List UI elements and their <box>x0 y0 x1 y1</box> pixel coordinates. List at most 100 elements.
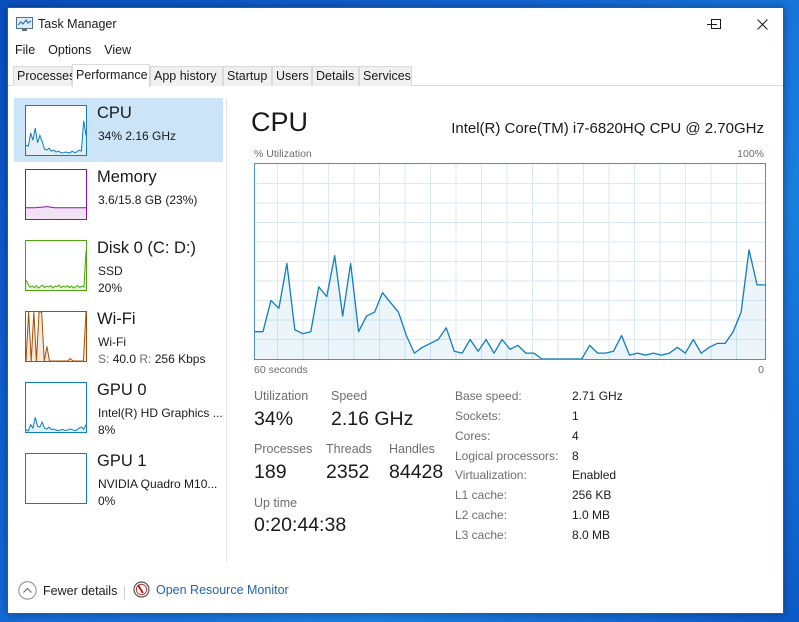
sidebar-item-gpu0[interactable]: GPU 0 Intel(R) HD Graphics ... 8% <box>14 375 223 446</box>
resource-sidebar: CPU 34% 2.16 GHz Memory 3.6/15.8 GB (23%… <box>14 98 223 517</box>
receive-label: R: <box>139 352 152 366</box>
gpu1-thumbnail-graph <box>25 453 87 504</box>
sidebar-item-title: Memory <box>97 168 157 186</box>
cpu-thumbnail-graph <box>25 105 87 156</box>
disk-thumbnail-graph <box>25 240 87 291</box>
menu-options[interactable]: Options <box>41 41 97 61</box>
sidebar-item-title: CPU <box>97 104 132 122</box>
spec-value-sockets: 1 <box>572 409 579 423</box>
spec-value-virtualization: Enabled <box>572 468 617 482</box>
spec-label-sockets: Sockets: <box>455 409 502 423</box>
close-button[interactable] <box>739 8 785 40</box>
resource-monitor-icon <box>133 581 150 598</box>
graph-y-max-label: 100% <box>737 148 764 160</box>
processes-value: 189 <box>254 461 287 483</box>
sparkline-line <box>26 250 86 289</box>
wifi-throughput: S: 40.0 R: 256 Kbps <box>98 352 205 366</box>
uptime-label: Up time <box>254 496 298 510</box>
spec-value-l2-cache: 1.0 MB <box>572 508 611 522</box>
sidebar-item-usage: 8% <box>98 423 116 437</box>
send-label: S: <box>98 352 110 366</box>
cpu-utilization-chart <box>255 164 765 359</box>
gpu0-thumbnail-graph <box>25 382 87 433</box>
spec-value-cores: 4 <box>572 429 579 443</box>
spec-label-l3-cache: L3 cache: <box>455 528 508 542</box>
wifi-thumbnail-graph <box>25 311 87 362</box>
sidebar-item-cpu[interactable]: CPU 34% 2.16 GHz <box>14 98 223 162</box>
window-title: Task Manager <box>38 17 117 31</box>
graph-x-label: 60 seconds <box>254 364 308 376</box>
sidebar-item-detail: NVIDIA Quadro M10... <box>98 477 218 491</box>
open-resource-monitor-label: Open Resource Monitor <box>156 582 289 597</box>
task-manager-window: Task Manager File Options View Processes… <box>7 7 784 614</box>
cpu-utilization-graph <box>254 163 766 360</box>
sidebar-item-detail: 34% 2.16 GHz <box>98 129 177 143</box>
spec-label-l2-cache: L2 cache: <box>455 508 508 522</box>
spec-value-l3-cache: 8.0 MB <box>572 528 611 542</box>
menu-file[interactable]: File <box>8 41 41 61</box>
sparkline-fill <box>26 250 86 290</box>
tab-startup[interactable]: Startup <box>223 66 272 86</box>
utilization-label: Utilization <box>254 389 309 403</box>
chevron-up-circle-icon <box>18 581 37 600</box>
spec-value-l1-cache: 256 KB <box>572 488 612 502</box>
spec-label-base-speed: Base speed: <box>455 389 522 403</box>
spec-label-virtualization: Virtualization: <box>455 468 527 482</box>
cpu-model-name: Intel(R) Core(TM) i7-6820HQ CPU @ 2.70GH… <box>451 120 764 137</box>
sparkline-line <box>26 206 86 209</box>
title-bar[interactable]: Task Manager <box>8 8 783 41</box>
spec-label-logical-processors: Logical processors: <box>455 449 559 463</box>
sidebar-item-title: Disk 0 (C: D:) <box>97 239 196 257</box>
sparkline-fill <box>26 206 86 219</box>
open-resource-monitor-link[interactable]: Open Resource Monitor <box>133 581 289 598</box>
receive-value: 256 Kbps <box>154 352 206 366</box>
tab-details[interactable]: Details <box>312 66 359 86</box>
sidebar-item-title: GPU 1 <box>97 452 147 470</box>
sidebar-item-memory[interactable]: Memory 3.6/15.8 GB (23%) <box>14 162 223 233</box>
menu-bar: File Options View <box>8 41 783 61</box>
sidebar-item-detail: SSD <box>98 264 123 278</box>
handles-value: 84428 <box>389 461 444 483</box>
send-value: 40.0 <box>112 352 137 366</box>
maximize-button[interactable] <box>693 8 739 40</box>
uptime-value: 0:20:44:38 <box>254 514 347 536</box>
tab-performance[interactable]: Performance <box>72 64 150 87</box>
sidebar-item-title: Wi-Fi <box>97 310 136 328</box>
page-title: CPU <box>251 107 309 137</box>
sidebar-item-detail: Wi-Fi <box>98 335 126 349</box>
sparkline-fill <box>26 120 86 155</box>
tab-app-history[interactable]: App history <box>150 66 223 86</box>
fewer-details-button[interactable]: Fewer details <box>18 581 117 600</box>
speed-label: Speed <box>331 389 368 403</box>
sidebar-item-wifi[interactable]: Wi-Fi Wi-Fi S: 40.0 R: 256 Kbps <box>14 304 223 375</box>
spec-value-logical-processors: 8 <box>572 449 579 463</box>
tab-processes[interactable]: Processes <box>13 66 75 86</box>
handles-label: Handles <box>389 442 435 456</box>
sidebar-item-title: GPU 0 <box>97 381 147 399</box>
fewer-details-label: Fewer details <box>43 583 118 598</box>
tab-services[interactable]: Services <box>359 66 412 86</box>
sidebar-item-usage: 20% <box>98 281 123 295</box>
threads-value: 2352 <box>326 461 370 483</box>
task-manager-app-icon <box>16 17 33 31</box>
utilization-value: 34% <box>254 408 294 430</box>
spec-label-cores: Cores: <box>455 429 491 443</box>
tab-users[interactable]: Users <box>272 66 312 86</box>
tab-bar: Processes Performance App history Startu… <box>8 64 783 87</box>
sidebar-item-gpu1[interactable]: GPU 1 NVIDIA Quadro M10... 0% <box>14 446 223 517</box>
speed-value: 2.16 GHz <box>331 408 414 430</box>
cpu-series-area <box>255 249 765 359</box>
maximize-icon <box>711 19 721 29</box>
sidebar-item-detail: Intel(R) HD Graphics ... <box>98 406 223 420</box>
processes-label: Processes <box>254 442 313 456</box>
menu-view[interactable]: View <box>97 41 137 61</box>
threads-label: Threads <box>326 442 372 456</box>
sidebar-item-detail: 3.6/15.8 GB (23%) <box>98 193 198 207</box>
footer-bar: Fewer details Open Resource Monitor <box>8 569 783 613</box>
graph-y-label: % Utilization <box>254 148 312 160</box>
sidebar-item-disk0[interactable]: Disk 0 (C: D:) SSD 20% <box>14 233 223 304</box>
pane-divider <box>226 98 227 562</box>
footer-separator <box>124 586 125 600</box>
spec-value-base-speed: 2.71 GHz <box>572 389 623 403</box>
sidebar-item-usage: 0% <box>98 494 116 508</box>
